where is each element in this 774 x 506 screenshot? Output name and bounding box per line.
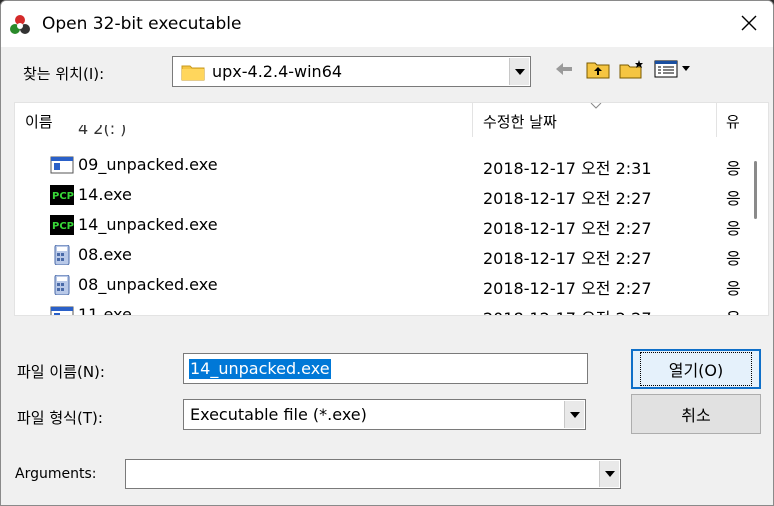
open-file-dialog: Open 32-bit executable 찾는 위치(I): upx-4.2… xyxy=(0,0,774,506)
file-type: 응 xyxy=(726,159,741,178)
app-icon xyxy=(9,14,31,36)
arguments-label: Arguments: xyxy=(15,466,97,482)
look-in-label: 찾는 위치(I): xyxy=(23,65,105,83)
calculator-icon xyxy=(50,274,74,296)
close-icon[interactable] xyxy=(735,9,763,37)
back-arrow-icon[interactable] xyxy=(552,56,576,82)
svg-text:PCP: PCP xyxy=(52,191,74,202)
file-type: 응 xyxy=(726,189,741,208)
file-type-combobox[interactable]: Executable file (*.exe) xyxy=(183,399,586,430)
sort-chevron-icon xyxy=(590,103,602,109)
file-name: 08_unpacked.exe xyxy=(78,275,218,294)
file-date: 2018-12-17 오전 2:27 xyxy=(483,189,652,208)
file-type: 응 xyxy=(726,249,741,268)
file-date: 2018-12-17 오전 2:27 xyxy=(483,219,652,238)
window-title: Open 32-bit executable xyxy=(42,14,242,34)
svg-text:PCP: PCP xyxy=(52,221,74,232)
exe-window-icon xyxy=(50,305,74,315)
file-name: 11.exe xyxy=(78,305,132,316)
file-name: 08.exe xyxy=(78,245,132,264)
file-name: 14_unpacked.exe xyxy=(78,215,218,234)
list-item[interactable]: 11.exe 2018-12-17 오전 2:27 응 xyxy=(15,300,768,316)
pcp-app-icon: PCP xyxy=(50,185,74,205)
file-name-input[interactable]: 14_unpacked.exe xyxy=(183,353,588,384)
file-name: 09_unpacked.exe xyxy=(78,155,218,174)
cancel-button[interactable]: 취소 xyxy=(631,394,761,434)
file-date: 2018-12-17 오전 2:27 xyxy=(483,279,652,298)
view-menu-icon[interactable] xyxy=(653,56,695,82)
file-name: 4 2(: ) xyxy=(78,125,127,138)
file-type: 응 xyxy=(726,219,741,238)
file-list-view[interactable]: 이름 수정한 날짜 유 4 2(: ) 09_unpacked.exe 2018… xyxy=(14,102,769,316)
exe-window-icon xyxy=(50,155,74,175)
chevron-down-icon[interactable] xyxy=(509,58,529,85)
open-button[interactable]: 열기(O) xyxy=(631,349,761,389)
list-item[interactable]: PCP 14.exe 2018-12-17 오전 2:27 응 xyxy=(15,180,768,210)
file-name: 14.exe xyxy=(78,185,132,204)
up-folder-icon[interactable] xyxy=(584,56,612,82)
title-bar[interactable]: Open 32-bit executable xyxy=(1,1,773,47)
open-button-label: 열기(O) xyxy=(639,352,753,386)
file-name-value: 14_unpacked.exe xyxy=(189,359,331,379)
file-type: 응 xyxy=(726,305,741,315)
list-item[interactable]: 09_unpacked.exe 2018-12-17 오전 2:31 응 xyxy=(15,150,768,180)
file-type-value: Executable file (*.exe) xyxy=(190,405,367,424)
calculator-icon xyxy=(50,244,74,266)
cancel-button-label: 취소 xyxy=(681,406,711,425)
file-date: 2018-12-17 오전 2:31 xyxy=(483,159,652,178)
file-type: 응 xyxy=(726,279,741,298)
folder-icon xyxy=(181,63,205,81)
chevron-down-icon[interactable] xyxy=(599,461,619,487)
arguments-combobox[interactable] xyxy=(125,459,621,489)
list-item[interactable]: 4 2(: ) xyxy=(15,125,768,139)
new-folder-icon[interactable] xyxy=(618,56,646,82)
file-date: 2018-12-17 오전 2:27 xyxy=(483,305,652,315)
look-in-combobox[interactable]: upx-4.2.4-win64 xyxy=(172,56,531,87)
list-item[interactable]: 08_unpacked.exe 2018-12-17 오전 2:27 응 xyxy=(15,270,768,300)
list-item[interactable]: 08.exe 2018-12-17 오전 2:27 응 xyxy=(15,240,768,270)
chevron-down-icon[interactable] xyxy=(564,401,584,428)
file-name-label: 파일 이름(N): xyxy=(17,363,105,381)
file-date: 2018-12-17 오전 2:27 xyxy=(483,249,652,268)
file-type-label: 파일 형식(T): xyxy=(17,409,103,427)
pcp-app-icon: PCP xyxy=(50,215,74,235)
look-in-value: upx-4.2.4-win64 xyxy=(212,62,343,81)
vertical-scrollbar-thumb[interactable] xyxy=(754,161,757,219)
list-item[interactable]: PCP 14_unpacked.exe 2018-12-17 오전 2:27 응 xyxy=(15,210,768,240)
